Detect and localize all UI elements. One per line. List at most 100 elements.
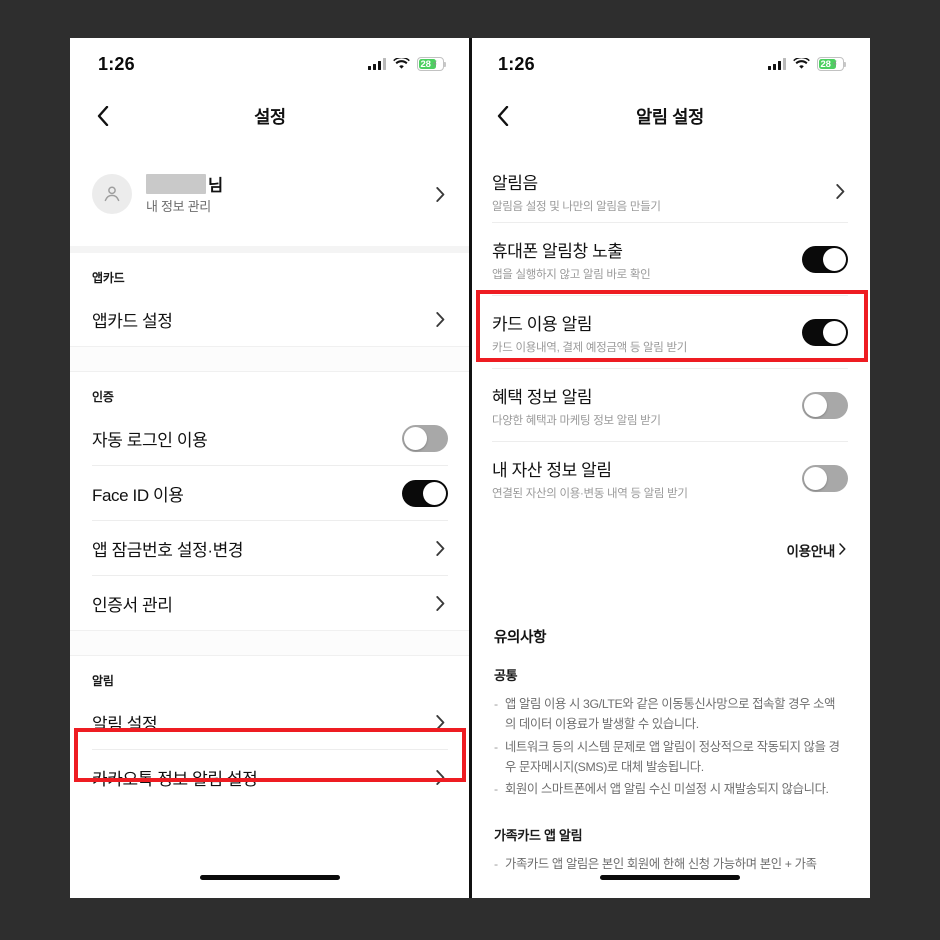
chevron-right-icon — [432, 540, 448, 556]
list-item-card-usage-notification[interactable]: 카드 이용 알림 카드 이용내역, 결제 예정금액 등 알림 받기 — [470, 296, 870, 368]
toggle-auto-login[interactable] — [402, 424, 448, 452]
row-text: 자동 로그인 이용 — [92, 426, 402, 451]
sidebar-item-app-lock-pin[interactable]: 앱 잠금번호 설정·변경 — [70, 521, 470, 575]
status-bar: 1:26 28 ⚡ — [70, 38, 470, 90]
toggle-face-id[interactable] — [402, 479, 448, 507]
section-gap — [70, 630, 470, 656]
notice-common-bullets: 앱 알림 이용 시 3G/LTE와 같은 이동통신사망으로 접속할 경우 소액의… — [494, 694, 846, 800]
home-indicator — [600, 875, 740, 880]
row-title: 카드 이용 알림 — [492, 314, 593, 334]
row-text: 앱카드 설정 — [92, 307, 432, 332]
page-title: 알림 설정 — [636, 106, 704, 127]
list-item: 네트워크 등의 시스템 문제로 앱 알림이 정상적으로 작동되지 않을 경우 문… — [494, 737, 846, 778]
chevron-right-icon — [432, 769, 448, 785]
profile-name: 님 — [146, 172, 432, 196]
toggle-phone-notification-banner[interactable] — [802, 245, 848, 273]
row-subtitle: 카드 이용내역, 결제 예정금액 등 알림 받기 — [492, 341, 688, 354]
row-title: 알림음 — [492, 173, 538, 193]
battery-level: 28 — [420, 58, 431, 70]
list-item-notification-sound[interactable]: 알림음 알림음 설정 및 나만의 알림음 만들기 — [470, 160, 870, 222]
profile-info: 님 내 정보 관리 — [146, 172, 432, 216]
row-subtitle: 알림음 설정 및 나만의 알림음 만들기 — [492, 200, 661, 213]
screenshot-stage: 1:26 28 ⚡ 설정 님 내 정보 관리 앱카드 앱카드 설정 인증 자동 … — [0, 0, 940, 940]
row-title: 자동 로그인 이용 — [92, 430, 208, 450]
sidebar-item-appcard-settings[interactable]: 앱카드 설정 — [70, 292, 470, 346]
usage-guide-link[interactable]: 이용안내 — [470, 514, 870, 582]
list-item: 앱 알림 이용 시 3G/LTE와 같은 이동통신사망으로 접속할 경우 소액의… — [494, 694, 846, 735]
list-item: 가족카드 앱 알림은 본인 회원에 한해 신청 가능하며 본인 + 가족 — [494, 854, 846, 875]
row-text: 앱 잠금번호 설정·변경 — [92, 536, 432, 561]
chevron-right-icon — [832, 183, 848, 199]
toggle-benefit-info-notification[interactable] — [802, 391, 848, 419]
notice-title: 유의사항 — [494, 630, 547, 646]
sidebar-item-auto-login[interactable]: 자동 로그인 이용 — [70, 411, 470, 465]
list-item-my-asset-notification[interactable]: 내 자산 정보 알림 연결된 자산의 이용·변동 내역 등 알림 받기 — [470, 442, 870, 514]
row-title: 알림 설정 — [92, 714, 158, 734]
nav-bar: 설정 — [70, 90, 470, 142]
chevron-right-icon — [432, 714, 448, 730]
notice-group-family-card: 가족카드 앱 알림 — [494, 828, 583, 844]
home-indicator — [200, 875, 340, 880]
usage-guide-label: 이용안내 — [786, 544, 836, 559]
battery-charging-icon: ⚡ — [831, 58, 838, 69]
sidebar-item-certificate-manage[interactable]: 인증서 관리 — [70, 576, 470, 630]
status-bar: 1:26 28 ⚡ — [470, 38, 870, 90]
back-button[interactable] — [488, 101, 518, 131]
redacted-name-block — [146, 174, 206, 194]
sidebar-item-notification-settings[interactable]: 알림 설정 — [70, 695, 470, 749]
row-title: 내 자산 정보 알림 — [492, 460, 612, 480]
row-subtitle: 앱을 실행하지 않고 알림 바로 확인 — [492, 268, 651, 281]
row-text: 휴대폰 알림창 노출 앱을 실행하지 않고 알림 바로 확인 — [492, 237, 802, 282]
cellular-bars-icon — [768, 58, 786, 70]
person-icon — [92, 174, 132, 214]
profile-name-suffix: 님 — [208, 177, 224, 195]
row-title: 혜택 정보 알림 — [492, 387, 593, 407]
back-button[interactable] — [88, 101, 118, 131]
nav-bar: 알림 설정 — [470, 90, 870, 142]
group-label-auth: 인증 — [92, 390, 114, 404]
toggle-my-asset-notification[interactable] — [802, 464, 848, 492]
cellular-bars-icon — [368, 58, 386, 70]
row-subtitle: 다양한 혜택과 마케팅 정보 알림 받기 — [492, 414, 661, 427]
chevron-right-icon — [839, 542, 846, 558]
status-time: 1:26 — [498, 53, 535, 74]
battery-charging-icon: ⚡ — [431, 58, 438, 69]
profile-subtitle: 내 정보 관리 — [146, 199, 211, 214]
phone-screen-settings: 1:26 28 ⚡ 설정 님 내 정보 관리 앱카드 앱카드 설정 인증 자동 … — [70, 38, 470, 898]
phone-screen-notification-settings: 1:26 28 ⚡ 알림 설정 알림음 알림음 설정 및 나만의 알림음 만들기… — [470, 38, 870, 898]
section-gap — [70, 346, 470, 372]
profile-row[interactable]: 님 내 정보 관리 — [70, 142, 470, 246]
toggle-card-usage-notification[interactable] — [802, 318, 848, 346]
row-text: 알림 설정 — [92, 710, 432, 735]
section-divider — [70, 246, 470, 253]
row-text: 알림음 알림음 설정 및 나만의 알림음 만들기 — [492, 169, 832, 214]
status-time: 1:26 — [98, 53, 135, 74]
row-subtitle: 연결된 자산의 이용·변동 내역 등 알림 받기 — [492, 487, 688, 500]
chevron-right-icon — [432, 595, 448, 611]
list-item-benefit-info-notification[interactable]: 혜택 정보 알림 다양한 혜택과 마케팅 정보 알림 받기 — [470, 369, 870, 441]
notice-group-common: 공통 — [494, 668, 518, 683]
row-title: 인증서 관리 — [92, 595, 173, 615]
row-text: 내 자산 정보 알림 연결된 자산의 이용·변동 내역 등 알림 받기 — [492, 456, 802, 501]
row-title: 앱 잠금번호 설정·변경 — [92, 540, 244, 560]
row-text: 카카오톡 정보 알림 설정 — [92, 765, 432, 790]
row-title: 앱카드 설정 — [92, 311, 173, 331]
group-label-appcard: 앱카드 — [92, 271, 125, 285]
notice-family-bullets: 가족카드 앱 알림은 본인 회원에 한해 신청 가능하며 본인 + 가족 — [494, 854, 846, 875]
status-icons: 28 ⚡ — [368, 57, 447, 71]
group-label-notification: 알림 — [92, 674, 114, 688]
battery-level: 28 — [820, 58, 831, 70]
status-icons: 28 ⚡ — [768, 57, 847, 71]
wifi-icon — [393, 58, 410, 70]
battery-icon: 28 ⚡ — [417, 57, 447, 71]
sidebar-item-face-id[interactable]: Face ID 이용 — [70, 466, 470, 520]
list-item-phone-notification-banner[interactable]: 휴대폰 알림창 노출 앱을 실행하지 않고 알림 바로 확인 — [470, 223, 870, 295]
row-title: Face ID 이용 — [92, 485, 184, 505]
chevron-right-icon — [432, 186, 448, 202]
row-text: 카드 이용 알림 카드 이용내역, 결제 예정금액 등 알림 받기 — [492, 310, 802, 355]
battery-icon: 28 ⚡ — [817, 57, 847, 71]
panel-divider — [469, 38, 472, 898]
page-title: 설정 — [254, 106, 286, 127]
row-text: Face ID 이용 — [92, 481, 402, 506]
sidebar-item-kakaotalk-notification[interactable]: 카카오톡 정보 알림 설정 — [70, 750, 470, 804]
